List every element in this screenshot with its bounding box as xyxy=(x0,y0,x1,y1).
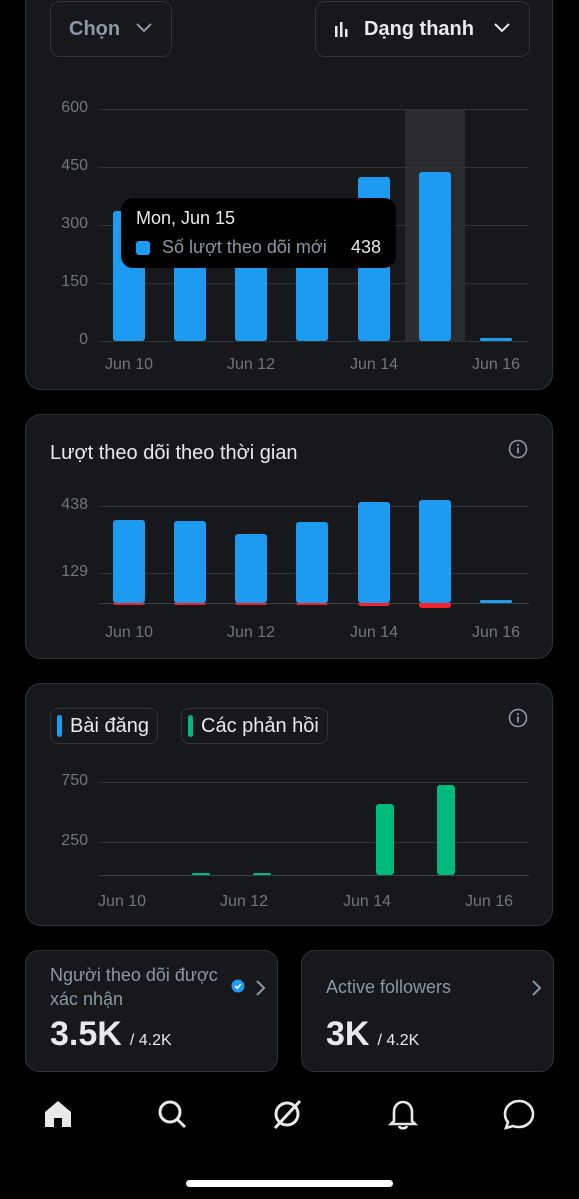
info-icon[interactable] xyxy=(508,708,528,728)
gridline xyxy=(99,109,529,110)
bar xyxy=(113,519,145,603)
select-dropdown[interactable]: Chọn xyxy=(50,1,172,57)
y-tick-label: 300 xyxy=(61,215,88,232)
bar xyxy=(419,500,451,603)
stat-total: / 4.2K xyxy=(377,1032,420,1049)
x-tick-label: Jun 12 xyxy=(220,893,269,910)
stat-value: 3.5K xyxy=(50,1015,122,1053)
replies-bar xyxy=(376,804,394,875)
x-tick-label: Jun 14 xyxy=(350,624,399,641)
verified-followers-card[interactable]: Người theo dõi được xác nhận 3.5K / 4.2K xyxy=(25,950,278,1072)
negative-bar xyxy=(296,603,328,605)
stat-value: 3K xyxy=(326,1015,370,1053)
legend-replies[interactable]: Các phản hồi xyxy=(181,708,328,744)
x-tick-label: Jun 16 xyxy=(472,356,521,373)
new-follows-chart-card: Chọn Dạng thanh 0 150 300 450 600 Jun 10 Jun 1… xyxy=(25,0,553,390)
home-indicator xyxy=(186,1180,393,1187)
replies-bar xyxy=(437,785,455,875)
card-title: Lượt theo dõi theo thời gian xyxy=(50,442,298,464)
bar xyxy=(480,338,512,341)
replies-swatch xyxy=(188,715,193,737)
bar xyxy=(480,599,512,603)
gridline xyxy=(99,842,529,843)
gridline xyxy=(99,782,529,783)
chevron-right-icon xyxy=(532,980,542,996)
home-icon[interactable] xyxy=(41,1097,75,1131)
replies-bar xyxy=(192,873,210,875)
posts-swatch xyxy=(57,715,62,737)
y-tick-label: 450 xyxy=(61,157,88,174)
negative-bar xyxy=(113,603,145,606)
stat-title: Active followers xyxy=(326,977,452,997)
search-icon[interactable] xyxy=(155,1097,189,1131)
chevron-down-icon xyxy=(494,23,510,33)
x-tick-label: Jun 14 xyxy=(343,893,392,910)
select-label: Chọn xyxy=(69,17,121,40)
x-tick-label: Jun 12 xyxy=(227,356,276,373)
bar-chart-icon xyxy=(335,22,348,37)
negative-bar xyxy=(358,603,390,606)
info-icon[interactable] xyxy=(508,439,528,459)
y-tick-label: 129 xyxy=(61,563,88,580)
stat-total: / 4.2K xyxy=(129,1032,172,1049)
negative-bar xyxy=(174,603,206,605)
x-tick-label: Jun 16 xyxy=(472,624,521,641)
negative-bar xyxy=(419,603,451,608)
chart-type-dropdown[interactable]: Dạng thanh xyxy=(315,1,530,57)
y-tick-label: 750 xyxy=(61,772,88,789)
x-tick-label: Jun 10 xyxy=(98,893,147,910)
y-tick-label: 250 xyxy=(61,832,88,849)
baseline xyxy=(99,875,529,876)
chart-tooltip: Mon, Jun 15 Số lượt theo dõi mới 438 xyxy=(121,198,396,268)
y-tick-label: 600 xyxy=(61,99,88,116)
series-swatch xyxy=(136,240,150,255)
chart-type-label: Dạng thanh xyxy=(364,17,474,40)
messages-icon[interactable] xyxy=(502,1097,536,1131)
active-followers-card[interactable]: Active followers 3K / 4.2K xyxy=(301,950,554,1072)
grok-icon[interactable] xyxy=(270,1097,304,1131)
tooltip-value: 438 xyxy=(350,237,381,257)
y-tick-label: 150 xyxy=(61,273,88,290)
gridline xyxy=(99,341,529,342)
legend-replies-label: Các phản hồi xyxy=(201,714,319,737)
x-tick-label: Jun 10 xyxy=(105,624,154,641)
x-tick-label: Jun 10 xyxy=(105,356,154,373)
negative-bar xyxy=(235,603,267,605)
bar xyxy=(235,533,267,603)
bar xyxy=(296,521,328,603)
chevron-down-icon xyxy=(136,23,152,33)
y-tick-label: 0 xyxy=(79,331,88,348)
replies-bar xyxy=(253,873,271,875)
gridline xyxy=(99,506,529,507)
x-tick-label: Jun 14 xyxy=(350,356,399,373)
tooltip-series-label: Số lượt theo dõi mới xyxy=(162,237,327,257)
tooltip-date: Mon, Jun 15 xyxy=(136,208,236,228)
bar xyxy=(358,502,390,603)
y-tick-label: 438 xyxy=(61,496,88,513)
verified-badge-icon xyxy=(231,979,245,993)
x-tick-label: Jun 12 xyxy=(227,624,276,641)
legend-posts-label: Bài đăng xyxy=(70,714,149,737)
x-tick-label: Jun 16 xyxy=(465,893,514,910)
posts-replies-card: Bài đăng Các phản hồi 750 250 Jun 10 Jun 12… xyxy=(25,683,553,926)
follows-over-time-card: Lượt theo dõi theo thời gian 438 129 Jun 1… xyxy=(25,414,553,659)
legend-posts[interactable]: Bài đăng xyxy=(50,708,158,744)
notifications-icon[interactable] xyxy=(386,1097,420,1131)
chevron-right-icon xyxy=(256,980,266,996)
bar xyxy=(419,171,451,341)
bar xyxy=(174,520,206,603)
stat-title: Người theo dõi được xác nhận xyxy=(50,965,218,1009)
gridline xyxy=(99,167,529,168)
